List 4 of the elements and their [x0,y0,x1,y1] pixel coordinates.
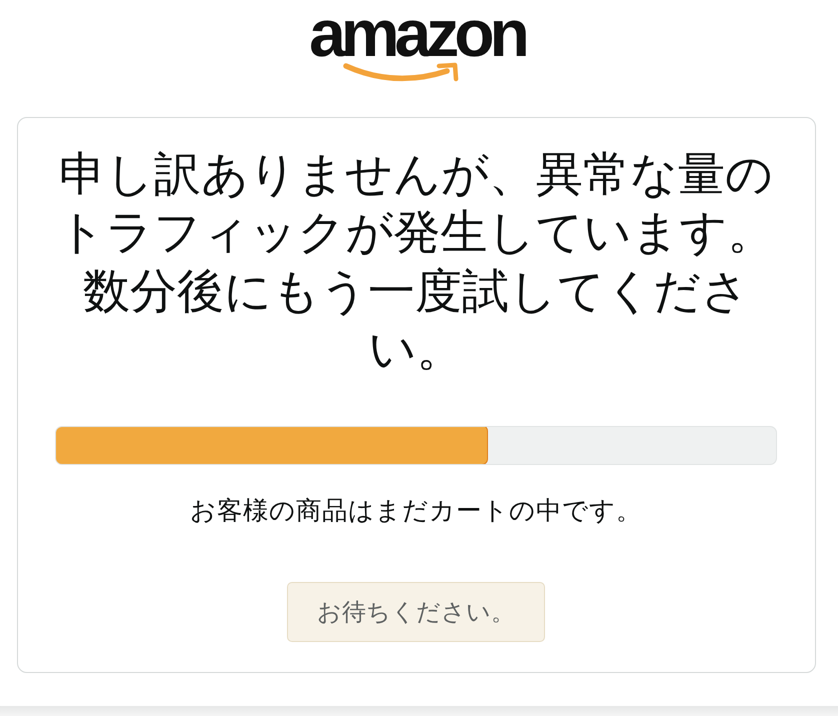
error-heading: 申し訳ありませんが、異常な量のトラフィックが発生しています。数分後にもう一度試してください。 [56,146,776,380]
smile-arrow-icon [343,62,461,84]
logo-text: amazon [308,5,526,62]
cart-notice-text: お客様の商品はまだカートの中です。 [189,494,643,528]
